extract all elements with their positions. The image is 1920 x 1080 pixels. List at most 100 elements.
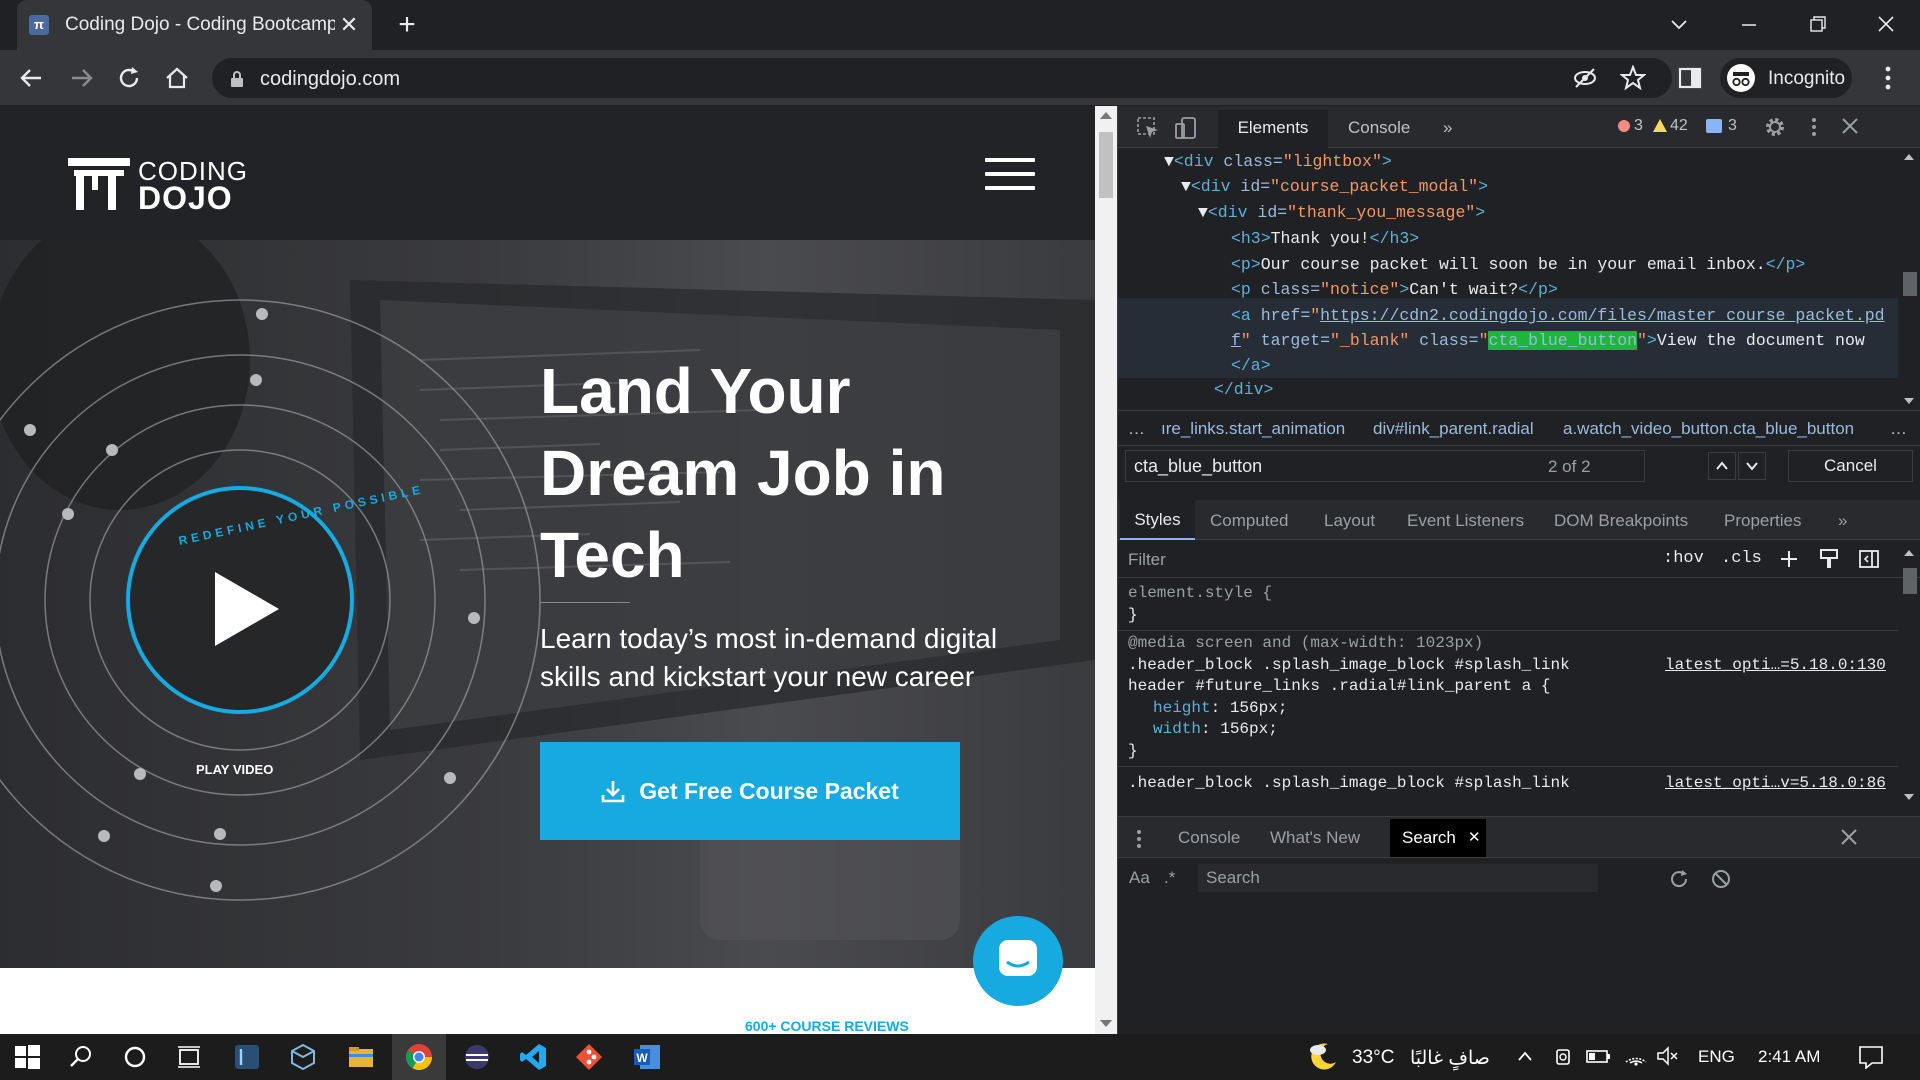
drawer-tab-whats-new[interactable]: What's New [1270,828,1360,848]
lock-icon[interactable] [228,69,246,89]
tab-styles[interactable]: Styles [1120,500,1195,540]
scroll-down-arrow-icon[interactable] [1904,398,1914,404]
refresh-icon[interactable] [1668,868,1690,890]
styles-scrollbar[interactable] [1898,540,1920,808]
clock-time[interactable]: 2:41 AM [1758,1047,1820,1067]
styles-pane[interactable]: element.style { } @media screen and (max… [1118,578,1898,808]
drawer-menu-icon[interactable] [1136,829,1142,849]
address-bar[interactable]: codingdojo.com [212,58,1672,98]
input-language[interactable]: ENG [1698,1047,1735,1067]
tab-console[interactable]: Console [1348,118,1410,138]
tab-search-chevron-icon[interactable] [1654,8,1704,42]
more-style-tabs-icon[interactable]: » [1838,511,1847,531]
styles-scroll-thumb[interactable] [1903,568,1917,594]
hov-toggle[interactable]: :hov [1663,549,1704,568]
breadcrumb-item[interactable]: div#link_parent.radial [1373,419,1534,439]
dom-tree-scrollbar[interactable] [1898,148,1920,410]
scroll-up-arrow-icon[interactable] [1904,154,1914,160]
scroll-down-arrow-icon[interactable] [1100,1020,1112,1027]
rule-selector[interactable]: .header_block .splash_image_block #splas… [1128,656,1570,674]
dom-node-anchor-cont[interactable]: f" target="_blank" class="cta_blue_butto… [1231,331,1865,350]
file-explorer-icon[interactable] [346,1042,376,1072]
element-style-selector[interactable]: element.style { [1128,584,1272,602]
restore-button[interactable] [1792,8,1842,42]
app-icon-k[interactable] [232,1042,262,1072]
logo-text-line2[interactable]: DOJO [138,180,233,217]
cortana-icon[interactable] [120,1042,150,1072]
dom-node-lightbox[interactable]: ▼<div class="lightbox"> [1164,152,1392,171]
dom-node-p[interactable]: <p>Our course packet will soon be in you… [1231,255,1805,274]
info-message-icon[interactable] [1706,119,1722,133]
dom-node-h3[interactable]: <h3>Thank you!</h3> [1231,229,1419,248]
rule-selector[interactable]: .header_block .splash_image_block #splas… [1128,774,1570,792]
rule-source-link[interactable]: latest_opti…=5.18.0:130 [1665,656,1886,674]
drawer-tab-console[interactable]: Console [1178,828,1240,848]
hamburger-menu-icon[interactable] [985,158,1035,192]
tab-computed[interactable]: Computed [1210,511,1288,531]
url-text[interactable]: codingdojo.com [260,68,400,91]
tab-event-listeners[interactable]: Event Listeners [1407,511,1524,531]
vscode-icon[interactable] [518,1042,548,1072]
windows-start-icon[interactable] [12,1042,42,1072]
warning-count[interactable]: 42 [1670,117,1688,135]
chrome-menu-icon[interactable] [1882,64,1894,92]
bookmark-star-icon[interactable] [1620,65,1646,91]
breadcrumb-overflow-left[interactable]: … [1128,419,1145,439]
notifications-icon[interactable] [1858,1045,1884,1069]
search-prev-icon[interactable] [1708,452,1736,480]
rule-selector-cont[interactable]: header #future_links .radial#link_parent… [1128,677,1550,695]
search-icon[interactable] [66,1042,96,1072]
forward-button[interactable] [66,63,96,93]
dom-node-anchor[interactable]: <a href="https://cdn2.codingdojo.com/fil… [1231,306,1885,325]
dom-node-thank-you-message[interactable]: ▼<div id="thank_you_message"> [1198,203,1485,222]
task-view-icon[interactable] [174,1042,204,1072]
warning-icon[interactable] [1653,119,1667,132]
paint-brush-icon[interactable] [1818,548,1840,570]
weather-temperature[interactable]: 33°C [1352,1047,1394,1069]
browser-tab[interactable]: π Coding Dojo - Coding Bootcamp ✕ [17,0,372,50]
tab-properties[interactable]: Properties [1724,511,1801,531]
error-icon[interactable] [1618,120,1630,132]
play-video-label[interactable]: PLAY VIDEO [196,762,273,777]
home-button[interactable] [162,63,192,93]
regex-toggle[interactable]: .* [1164,868,1175,888]
show-hidden-icons-chevron-icon[interactable] [1516,1048,1534,1064]
tab-layout[interactable]: Layout [1324,511,1375,531]
styles-filter-input[interactable]: Filter [1128,550,1166,570]
inspect-element-icon[interactable] [1136,116,1160,140]
3d-cube-app-icon[interactable] [288,1042,318,1072]
close-devtools-icon[interactable] [1840,116,1860,136]
drawer-search-input[interactable]: Search [1198,864,1598,892]
chat-launcher-button[interactable] [973,916,1063,1006]
more-tabs-icon[interactable]: » [1443,118,1452,138]
chrome-taskbar-item[interactable] [392,1034,446,1080]
reload-button[interactable] [114,63,144,93]
close-drawer-icon[interactable] [1839,827,1859,847]
breadcrumb-overflow-right[interactable]: … [1890,419,1907,439]
new-style-rule-icon[interactable] [1778,548,1800,570]
incognito-profile-button[interactable]: Incognito [1720,58,1852,98]
drawer-tab-search[interactable]: Search ✕ [1390,819,1486,857]
tab-dom-breakpoints[interactable]: DOM Breakpoints [1554,511,1688,531]
dom-node-anchor-close[interactable]: </a> [1231,356,1271,375]
close-tab-icon[interactable]: ✕ [1468,819,1481,857]
cancel-search-button[interactable]: Cancel [1788,450,1913,482]
scroll-up-arrow-icon[interactable] [1100,112,1112,119]
info-count[interactable]: 3 [1728,117,1737,135]
back-button[interactable] [17,63,47,93]
breadcrumb-item[interactable]: ıre_links.start_animation [1161,419,1345,439]
match-case-toggle[interactable]: Aa [1129,868,1150,888]
dom-tree[interactable]: ▼<div class="lightbox"> ▼<div id="course… [1118,148,1898,410]
battery-icon[interactable] [1586,1048,1612,1064]
dom-node-more[interactable]: ... [1198,400,1228,410]
rule-source-link[interactable]: latest_opti…v=5.18.0:86 [1665,774,1886,792]
clear-icon[interactable] [1710,868,1732,890]
toggle-sidebar-icon[interactable] [1858,548,1880,570]
page-scrollbar-thumb[interactable] [1099,132,1113,198]
tracking-protection-icon[interactable] [1572,66,1598,90]
coding-dojo-logo-icon[interactable] [68,158,130,210]
devtools-menu-icon[interactable] [1810,116,1818,138]
dom-node-p-notice[interactable]: <p class="notice">Can't wait?</p> [1231,280,1558,299]
word-icon[interactable]: W [632,1042,662,1072]
get-course-packet-button[interactable]: Get Free Course Packet [540,742,960,840]
